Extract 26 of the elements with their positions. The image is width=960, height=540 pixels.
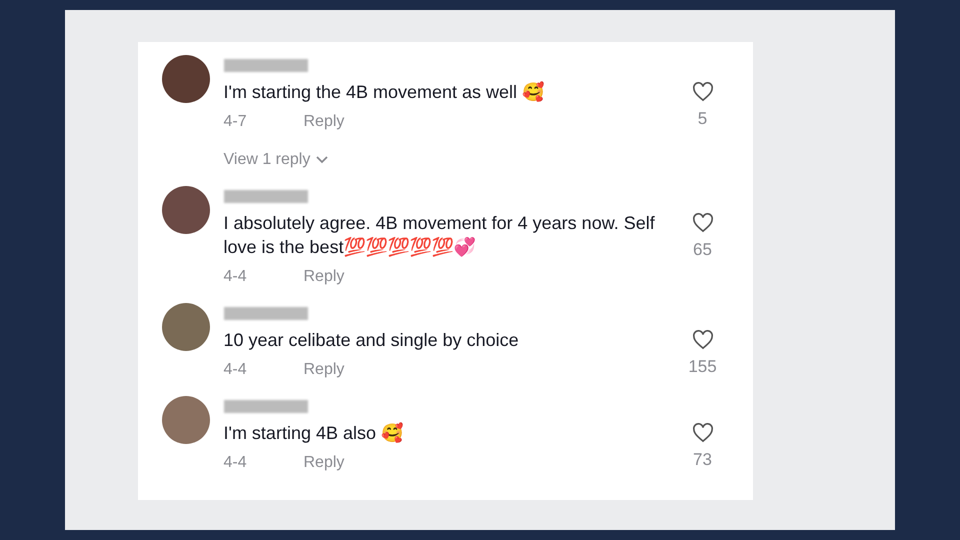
- reply-link[interactable]: Reply: [304, 451, 344, 475]
- comment-text: I'm starting 4B also 🥰: [224, 421, 404, 445]
- view-replies-button[interactable]: View 1 reply: [224, 148, 328, 172]
- comment-text: I absolutely agree. 4B movement for 4 years now. Self love is the best💯💯💯💯💯💞: [224, 212, 656, 259]
- like-count: 65: [693, 239, 712, 261]
- reply-link[interactable]: Reply: [304, 358, 344, 382]
- like-count: 73: [693, 449, 712, 471]
- comment-date: 4-7: [224, 112, 248, 132]
- comment-text: 10 year celibate and single by choice: [224, 329, 520, 352]
- reply-link[interactable]: Reply: [304, 110, 344, 134]
- heart-icon[interactable]: [692, 82, 714, 102]
- like-count: 5: [698, 108, 708, 130]
- avatar[interactable]: [162, 55, 210, 103]
- comment-date: 4-4: [224, 453, 248, 473]
- heart-icon[interactable]: [692, 330, 714, 350]
- avatar[interactable]: [162, 396, 210, 444]
- heart-icon[interactable]: [692, 213, 714, 233]
- like-count: 155: [688, 356, 717, 378]
- avatar[interactable]: [162, 186, 210, 234]
- avatar[interactable]: [162, 303, 210, 351]
- comment-date: 4-4: [224, 360, 248, 380]
- comment-date: 4-4: [224, 267, 248, 287]
- heart-icon[interactable]: [692, 423, 714, 443]
- chevron-down-icon: [316, 156, 328, 164]
- comment-text: I'm starting the 4B movement as well 🥰: [224, 80, 546, 104]
- reply-link[interactable]: Reply: [304, 265, 344, 289]
